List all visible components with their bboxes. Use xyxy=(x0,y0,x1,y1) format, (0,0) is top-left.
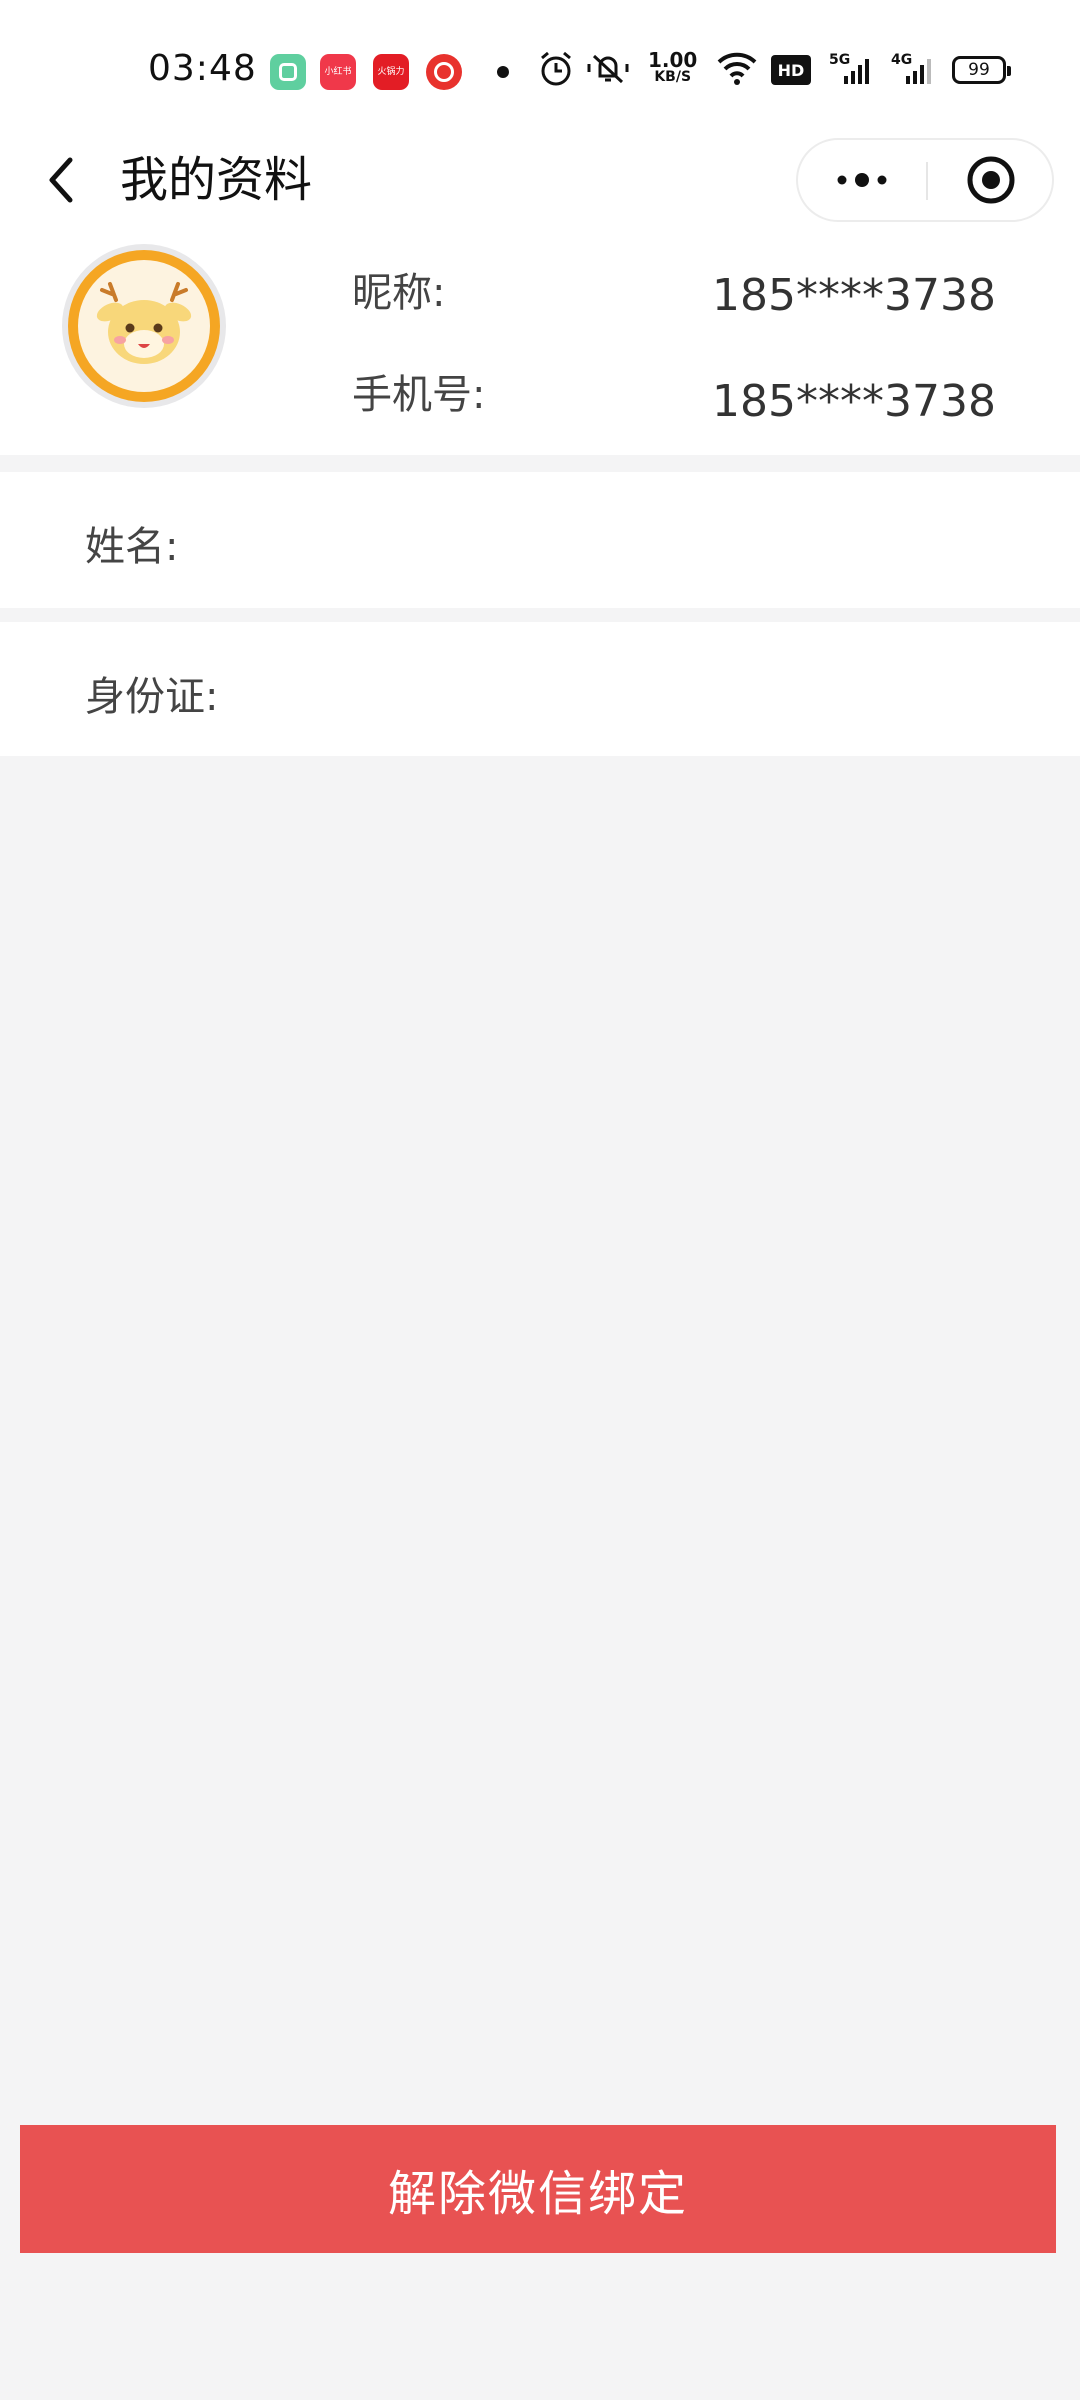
name-row[interactable]: 姓名: xyxy=(0,472,1080,608)
app-notification-icon xyxy=(270,54,306,90)
avatar[interactable] xyxy=(62,244,226,408)
target-close-icon xyxy=(967,156,1015,204)
name-label: 姓名: xyxy=(85,524,179,570)
deer-avatar-icon xyxy=(68,250,220,402)
network-speed: 1.00 KB/S xyxy=(648,50,697,84)
battery-level: 99 xyxy=(968,60,990,80)
nav-bar: 我的资料 xyxy=(0,130,1080,240)
more-button[interactable] xyxy=(798,140,926,220)
network-speed-unit: KB/S xyxy=(654,69,692,85)
page-title: 我的资料 xyxy=(120,152,313,208)
id-card-label: 身份证: xyxy=(85,674,219,720)
signal-4g-icon xyxy=(906,59,931,84)
netease-music-icon xyxy=(426,54,462,90)
alarm-icon xyxy=(541,51,571,86)
nickname-label: 昵称: xyxy=(352,270,446,316)
hd-badge: HD xyxy=(771,55,811,85)
status-time: 03:48 xyxy=(148,48,257,89)
profile-card: 昵称: 185****3738 手机号: 185****3738 xyxy=(0,240,1080,455)
xiaohongshu-icon: 小红书 xyxy=(320,54,356,90)
close-miniprogram-button[interactable] xyxy=(928,140,1054,220)
notification-dot-icon xyxy=(497,66,509,78)
nickname-value: 185****3738 xyxy=(712,270,996,321)
back-button[interactable] xyxy=(30,150,90,210)
phone-value: 185****3738 xyxy=(712,376,996,427)
wifi-icon xyxy=(717,52,757,85)
phone-label: 手机号: xyxy=(352,372,486,418)
status-bar: 03:48 小红书 火锅力 1.00 KB/S HD 5G 4G 99 xyxy=(0,0,1080,130)
xiaohongshu-icon-label: 小红书 xyxy=(324,66,352,77)
battery-icon: 99 xyxy=(952,56,1011,84)
chevron-left-icon xyxy=(49,157,73,203)
signal-5g-icon xyxy=(844,59,869,84)
red-app-icon: 火锅力 xyxy=(373,54,409,90)
bell-muted-icon xyxy=(587,54,629,84)
red-app-icon-label: 火锅力 xyxy=(377,66,405,77)
unbind-wechat-button[interactable]: 解除微信绑定 xyxy=(20,2125,1056,2253)
more-dots-icon xyxy=(837,173,887,187)
id-card-row[interactable]: 身份证: xyxy=(0,622,1080,756)
miniprogram-capsule xyxy=(796,138,1054,222)
